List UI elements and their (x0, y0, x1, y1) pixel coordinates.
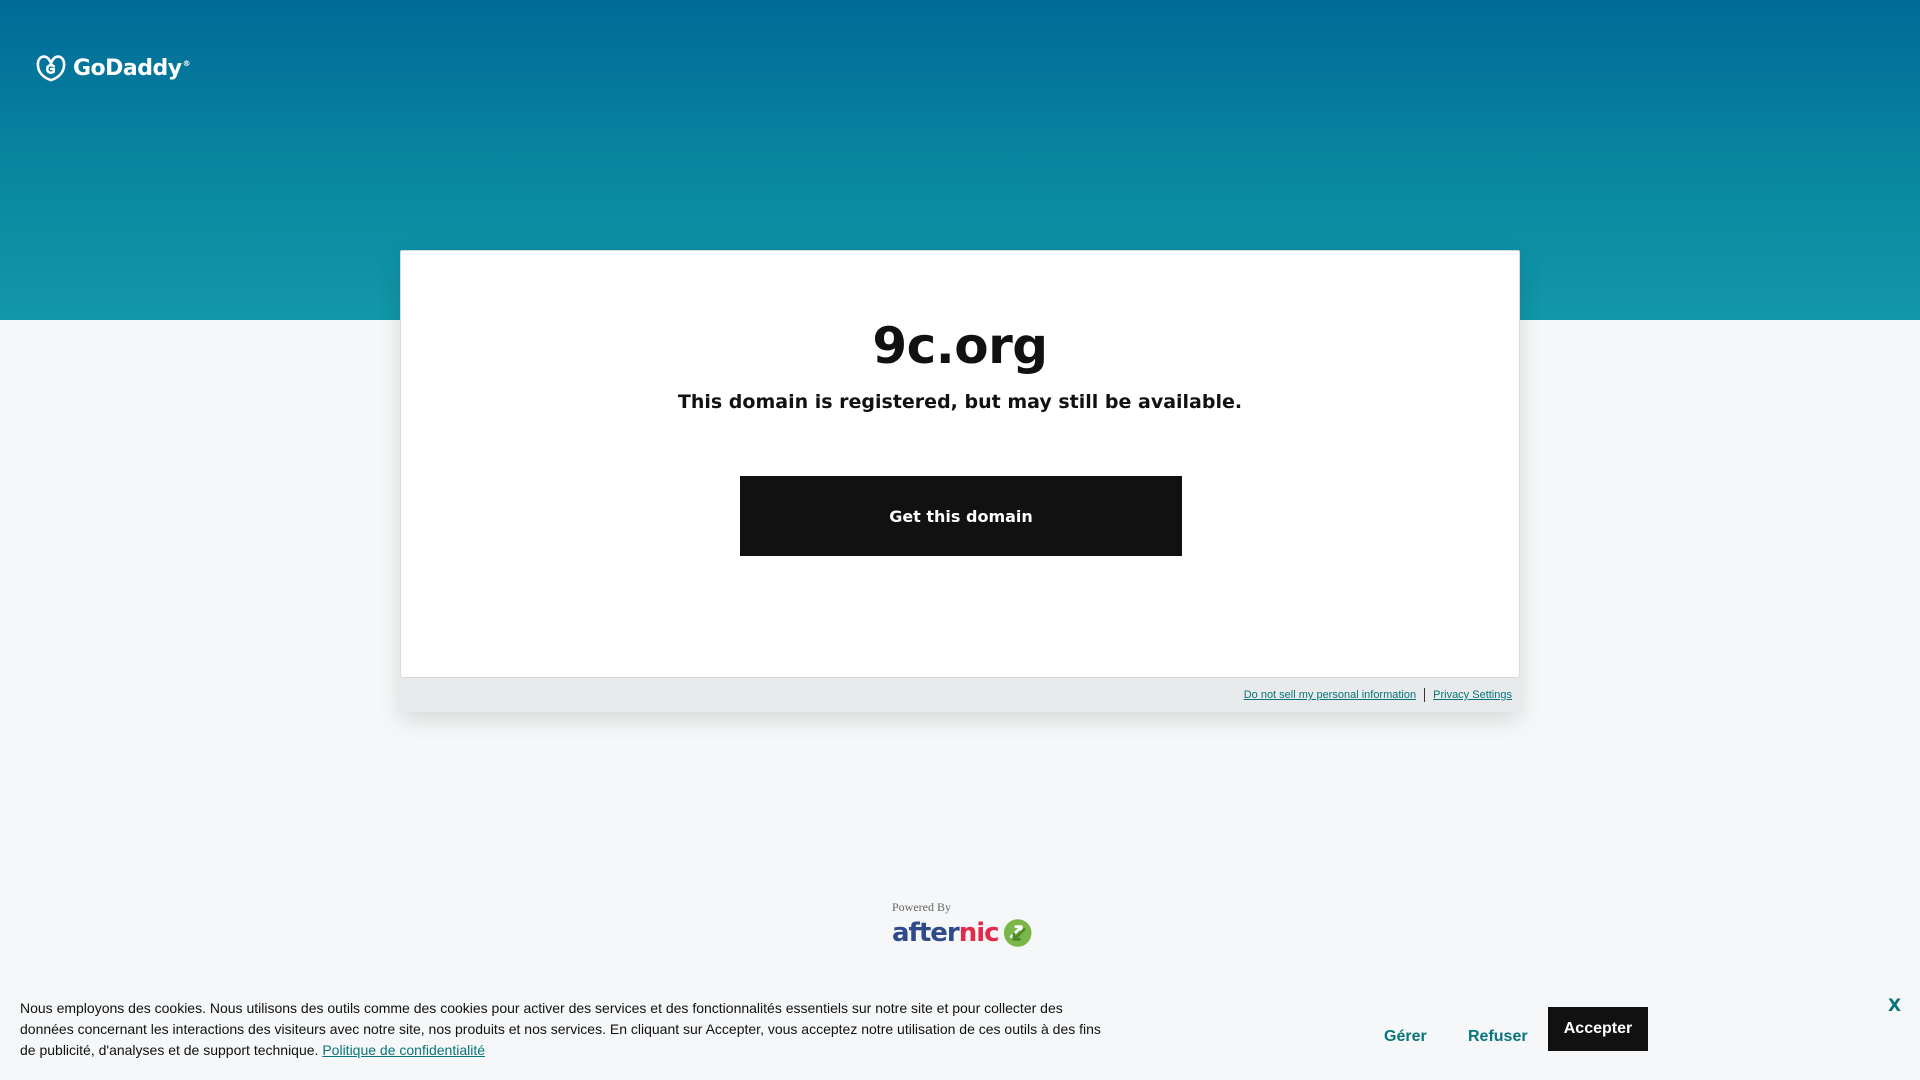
domain-status-text: This domain is registered, but may still… (677, 391, 1243, 413)
get-domain-button[interactable]: Get this domain (740, 476, 1182, 556)
godaddy-logo[interactable]: GoDaddy® (35, 52, 191, 84)
close-banner-button[interactable]: X (1888, 996, 1901, 1016)
accept-cookies-button[interactable]: Accepter (1548, 1007, 1648, 1051)
afternic-logo: afternic (892, 917, 1032, 949)
domain-title: 9c.org (872, 317, 1048, 375)
do-not-sell-link[interactable]: Do not sell my personal information (1244, 689, 1416, 701)
domain-card-body: 9c.org This domain is registered, but ma… (400, 250, 1520, 678)
refuse-cookies-button[interactable]: Refuser (1468, 1028, 1528, 1046)
powered-by[interactable]: Powered By afternic (892, 900, 1032, 949)
cookie-message: Nous employons des cookies. Nous utiliso… (20, 1000, 1101, 1058)
domain-card: 9c.org This domain is registered, but ma… (400, 250, 1520, 712)
godaddy-logo-icon (36, 55, 66, 82)
privacy-policy-link[interactable]: Politique de confidentialité (322, 1042, 485, 1058)
afternic-arrows-icon (1003, 919, 1032, 947)
afternic-wordmark: afternic (892, 918, 1000, 948)
card-footer: Do not sell my personal information Priv… (400, 678, 1520, 712)
logo-text: GoDaddy® (73, 55, 191, 81)
privacy-settings-link[interactable]: Privacy Settings (1433, 689, 1512, 701)
powered-by-label: Powered By (892, 900, 951, 914)
cookie-banner: Nous employons des cookies. Nous utiliso… (0, 980, 1920, 1080)
footer-divider (1424, 688, 1426, 702)
manage-cookies-button[interactable]: Gérer (1384, 1028, 1427, 1046)
